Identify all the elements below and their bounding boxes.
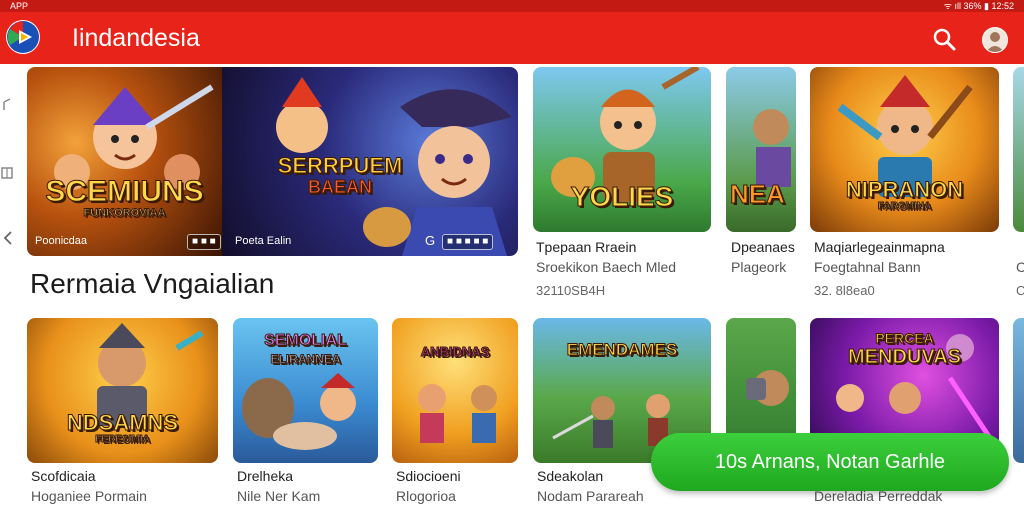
edge-grid-icon[interactable] xyxy=(0,165,20,184)
featured-art-right: SERRPUEM BAEAN xyxy=(222,67,518,256)
app-title: Drelheka xyxy=(237,468,294,484)
app-tile-art-text: NEA xyxy=(730,179,786,210)
app-title: Sdeakolan xyxy=(537,468,604,484)
app-tile-art-text: EMENDAMES xyxy=(566,340,678,360)
featured-right-title: SERRPUEM xyxy=(277,153,403,179)
featured-left-badge: ■ ■ ■ xyxy=(187,234,221,250)
app-developer: Foegtahnal Bann xyxy=(814,259,921,275)
app-title: Iindandesia xyxy=(72,24,200,52)
app-title: Maqiarlegeainmapna xyxy=(814,239,945,255)
app-title: Dpeanaes xyxy=(731,239,795,255)
chevron-left-icon[interactable] xyxy=(0,230,20,249)
featured-banner[interactable]: SCEMIUNS FUNKOROVIAA SERRPUEM BAEAN Poon… xyxy=(27,67,518,256)
cta-button[interactable]: 10s Arnans, Notan Garhle xyxy=(651,433,1009,491)
status-left-text: APP xyxy=(10,1,29,11)
app-logo-icon[interactable] xyxy=(6,20,40,54)
section-title: Rermaia Vngaialian xyxy=(30,268,275,299)
status-bar: APP ᯤ ıll 36% ▮ 12:52 xyxy=(0,0,1024,12)
app-developer: C xyxy=(1016,259,1024,275)
app-tile[interactable]: SEMOLIAL ELIRANNEA xyxy=(233,318,378,463)
app-tile-art-text: MENDUVAS xyxy=(848,346,962,369)
app-meta: 32110SB4H xyxy=(536,283,606,298)
app-tile-art-subtext: ELIRANNEA xyxy=(270,352,341,367)
app-title: Tpepaan Rraein xyxy=(536,239,637,255)
avatar[interactable] xyxy=(982,27,1008,53)
app-developer: Hoganiee Pormain xyxy=(31,488,147,504)
featured-left-caption: Poonicdaa xyxy=(35,235,87,247)
featured-right-glyph: G xyxy=(425,233,436,248)
app-meta: 32. 8l8ea0 xyxy=(814,283,875,298)
app-tile-art-text: ANBIDNAS xyxy=(420,344,490,360)
app-tile[interactable]: YOLIES xyxy=(533,67,711,232)
app-tile-art-subtext: PERCEA xyxy=(875,330,934,347)
edge-chart-icon[interactable] xyxy=(0,96,20,115)
app-tile-art-subtext: FERESIMIA xyxy=(95,434,150,446)
app-tile[interactable] xyxy=(1013,318,1024,463)
app-tile-art-text: SEMOLIAL xyxy=(264,332,348,350)
featured-right-caption: Poeta Ealin xyxy=(235,235,292,247)
featured-right-badge: ■ ■ ■ ■ ■ xyxy=(442,234,494,250)
app-tile[interactable]: NDSAMNS FERESIMIA xyxy=(27,318,218,463)
app-bar: Iindandesia xyxy=(0,12,1024,64)
app-tile-art-text: NDSAMNS xyxy=(66,410,179,436)
app-developer: Nile Ner Kam xyxy=(237,488,321,504)
app-meta: C xyxy=(1016,283,1024,298)
featured-left-subtitle: FUNKOROVIAA xyxy=(83,207,166,220)
app-title: Scofdicaia xyxy=(31,468,96,484)
featured-right-subtitle: BAEAN xyxy=(307,177,372,198)
app-developer: Nodam Parareah xyxy=(537,488,644,504)
search-icon[interactable] xyxy=(931,26,957,52)
status-right-text: ᯤ ıll 36% ▮ 12:52 xyxy=(943,1,1014,11)
app-developer: Plageork xyxy=(731,259,787,275)
app-tile-art-subtext: FARGMINA xyxy=(877,201,932,213)
app-tile[interactable] xyxy=(1013,67,1024,232)
app-tile-art-text: YOLIES xyxy=(570,181,674,213)
app-tile[interactable]: NEA xyxy=(726,67,796,232)
app-tile[interactable]: ANBIDNAS xyxy=(392,318,518,463)
app-developer: Sroekikon Baech Mled xyxy=(536,259,677,275)
app-tile-art-text: NIPRANON xyxy=(845,177,964,203)
app-developer: Rlogorioa xyxy=(396,488,456,504)
app-tile[interactable]: NIPRANON FARGMINA xyxy=(810,67,999,232)
app-title: Sdiocioeni xyxy=(396,468,461,484)
